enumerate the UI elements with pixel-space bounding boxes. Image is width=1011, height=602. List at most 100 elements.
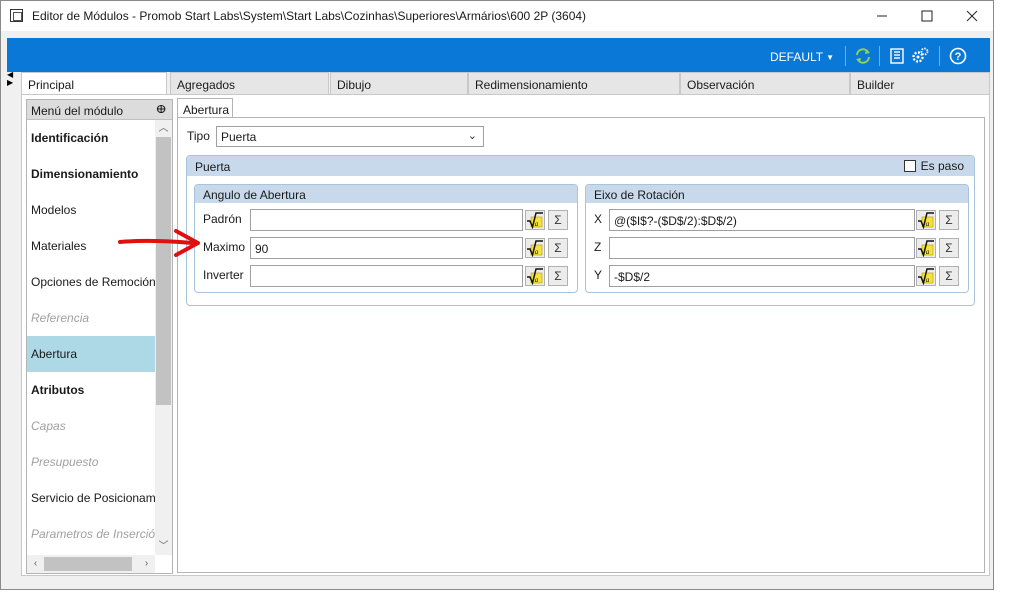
svg-text:?: ? — [955, 51, 962, 63]
sidebar-item-capas[interactable]: Capas — [27, 408, 155, 444]
es-paso-label: Es paso — [920, 159, 964, 173]
svg-text:a: a — [926, 248, 930, 256]
tipo-value: Puerta — [221, 130, 257, 144]
sigma-button[interactable]: Σ — [548, 210, 568, 230]
chevron-down-icon: ▼ — [826, 53, 835, 62]
help-icon[interactable]: ? — [948, 46, 968, 66]
sidebar-item-opciones-remocion[interactable]: Opciones de Remoción — [27, 264, 155, 300]
svg-text:a: a — [535, 248, 539, 256]
formula-icon: a — [918, 268, 934, 286]
sidebar-item-modelos[interactable]: Modelos — [27, 192, 155, 228]
puerta-group-header: Puerta Es paso — [187, 156, 974, 176]
eixo-y-row: Y -$D$/2 a Σ — [586, 265, 966, 287]
app-icon — [10, 9, 23, 22]
es-paso-checkbox[interactable] — [903, 160, 916, 172]
formula-editor-button[interactable]: a — [916, 210, 936, 230]
module-menu-title: Menú del módulo — [31, 104, 124, 118]
red-arrow-annotation — [118, 229, 200, 257]
formula-icon: a — [527, 240, 543, 258]
formula-icon: a — [918, 212, 934, 230]
minimize-button[interactable] — [859, 1, 905, 31]
eixo-y-label: Y — [594, 268, 603, 282]
title-bar: Editor de Módulos - Promob Start Labs\Sy… — [1, 1, 993, 31]
formula-icon: a — [527, 212, 543, 230]
maximize-button[interactable] — [904, 1, 950, 31]
window-title: Editor de Módulos - Promob Start Labs\Sy… — [32, 9, 587, 23]
maximo-input[interactable]: 90 — [250, 237, 523, 259]
tipo-select[interactable]: Puerta ⌄ — [216, 126, 484, 147]
sigma-button[interactable]: Σ — [939, 266, 959, 286]
editor-window: Editor de Módulos - Promob Start Labs\Sy… — [0, 0, 994, 590]
refresh-icon[interactable] — [853, 46, 873, 66]
triangle-right-icon: ▶ — [7, 78, 14, 87]
padron-row: Padrón a Σ — [195, 209, 575, 231]
chevron-down-icon: ⌄ — [467, 130, 477, 142]
es-paso-option[interactable]: Es paso — [903, 159, 964, 173]
formula-editor-button[interactable]: a — [916, 238, 936, 258]
gears-icon[interactable] — [910, 46, 930, 66]
inverter-label: Inverter — [203, 268, 244, 282]
tab-builder[interactable]: Builder — [850, 72, 990, 94]
scroll-up-icon[interactable]: ︿ — [155, 120, 172, 137]
sigma-button[interactable]: Σ — [548, 266, 568, 286]
sidebar-item-presupuesto[interactable]: Presupuesto — [27, 444, 155, 480]
module-menu-header: Menú del módulo ⴲ — [27, 100, 172, 120]
eixo-rotacion-header: Eixo de Rotación — [586, 185, 968, 203]
sidebar-item-atributos[interactable]: Atributos — [27, 372, 155, 408]
formula-editor-button[interactable]: a — [525, 210, 545, 230]
tipo-label: Tipo — [187, 129, 210, 143]
close-icon — [966, 10, 978, 22]
tab-agregados[interactable]: Agregados — [170, 72, 329, 94]
formula-editor-button[interactable]: a — [525, 238, 545, 258]
formula-editor-button[interactable]: a — [916, 266, 936, 286]
tab-redimensionamiento[interactable]: Redimensionamiento — [468, 72, 680, 94]
main-tabstrip: Principal Agregados Dibujo Redimensionam… — [21, 72, 990, 95]
sidebar-item-abertura[interactable]: Abertura — [27, 336, 155, 372]
vertical-scrollbar[interactable]: ︿ ﹀ — [155, 120, 172, 555]
scroll-right-icon[interactable]: › — [138, 555, 155, 573]
list-icon[interactable] — [887, 46, 907, 66]
puerta-group-title: Puerta — [195, 160, 231, 174]
formula-icon: a — [918, 240, 934, 258]
close-button[interactable] — [949, 1, 995, 31]
sidebar-item-servicio-posicionamiento[interactable]: Servicio de Posicionamie — [27, 480, 155, 516]
svg-text:a: a — [926, 220, 930, 228]
inverter-input[interactable] — [250, 265, 523, 287]
eixo-y-input[interactable]: -$D$/2 — [609, 265, 915, 287]
sigma-button[interactable]: Σ — [939, 238, 959, 258]
horizontal-scrollbar[interactable]: ‹ › — [27, 555, 155, 573]
puerta-group: Puerta Es paso Angulo de Abertura Padrón… — [186, 155, 975, 306]
sidebar-item-dimensionamiento[interactable]: Dimensionamiento — [27, 156, 155, 192]
eixo-z-input[interactable] — [609, 237, 915, 259]
formula-editor-button[interactable]: a — [525, 266, 545, 286]
scroll-down-icon[interactable]: ﹀ — [155, 538, 172, 555]
sidebar-item-identificacion[interactable]: Identificación — [27, 120, 155, 156]
scroll-thumb-horizontal[interactable] — [44, 557, 132, 571]
sigma-button[interactable]: Σ — [939, 210, 959, 230]
eixo-z-label: Z — [594, 240, 602, 254]
toolbar-divider — [939, 46, 940, 66]
scroll-left-icon[interactable]: ‹ — [27, 555, 44, 573]
formula-icon: a — [527, 268, 543, 286]
svg-text:a: a — [535, 276, 539, 284]
maximo-row: Maximo 90 a Σ — [195, 237, 575, 259]
svg-text:a: a — [535, 220, 539, 228]
toolbar-divider — [879, 46, 880, 66]
profile-dropdown[interactable]: DEFAULT ▼ — [770, 50, 834, 64]
maximize-icon — [921, 10, 933, 22]
svg-text:a: a — [926, 276, 930, 284]
tab-observacion[interactable]: Observación — [680, 72, 850, 94]
tab-dibujo[interactable]: Dibujo — [330, 72, 468, 94]
sigma-button[interactable]: Σ — [548, 238, 568, 258]
pin-icon[interactable]: ⴲ — [156, 103, 166, 116]
sidebar-item-referencia[interactable]: Referencia — [27, 300, 155, 336]
eixo-x-input[interactable]: @($I$?-($D$/2):$D$/2) — [609, 209, 915, 231]
tab-principal[interactable]: Principal — [21, 72, 167, 95]
scroll-thumb[interactable] — [156, 137, 171, 405]
tab-abertura[interactable]: Abertura — [177, 98, 233, 118]
padron-input[interactable] — [250, 209, 523, 231]
sidebar-item-parametros-insercion[interactable]: Parametros de Inserción — [27, 516, 155, 552]
module-menu-list: Identificación Dimensionamiento Modelos … — [27, 120, 155, 555]
angulo-abertura-header: Angulo de Abertura — [195, 185, 577, 203]
collapse-toggle[interactable]: ◀ ▶ — [7, 71, 13, 87]
